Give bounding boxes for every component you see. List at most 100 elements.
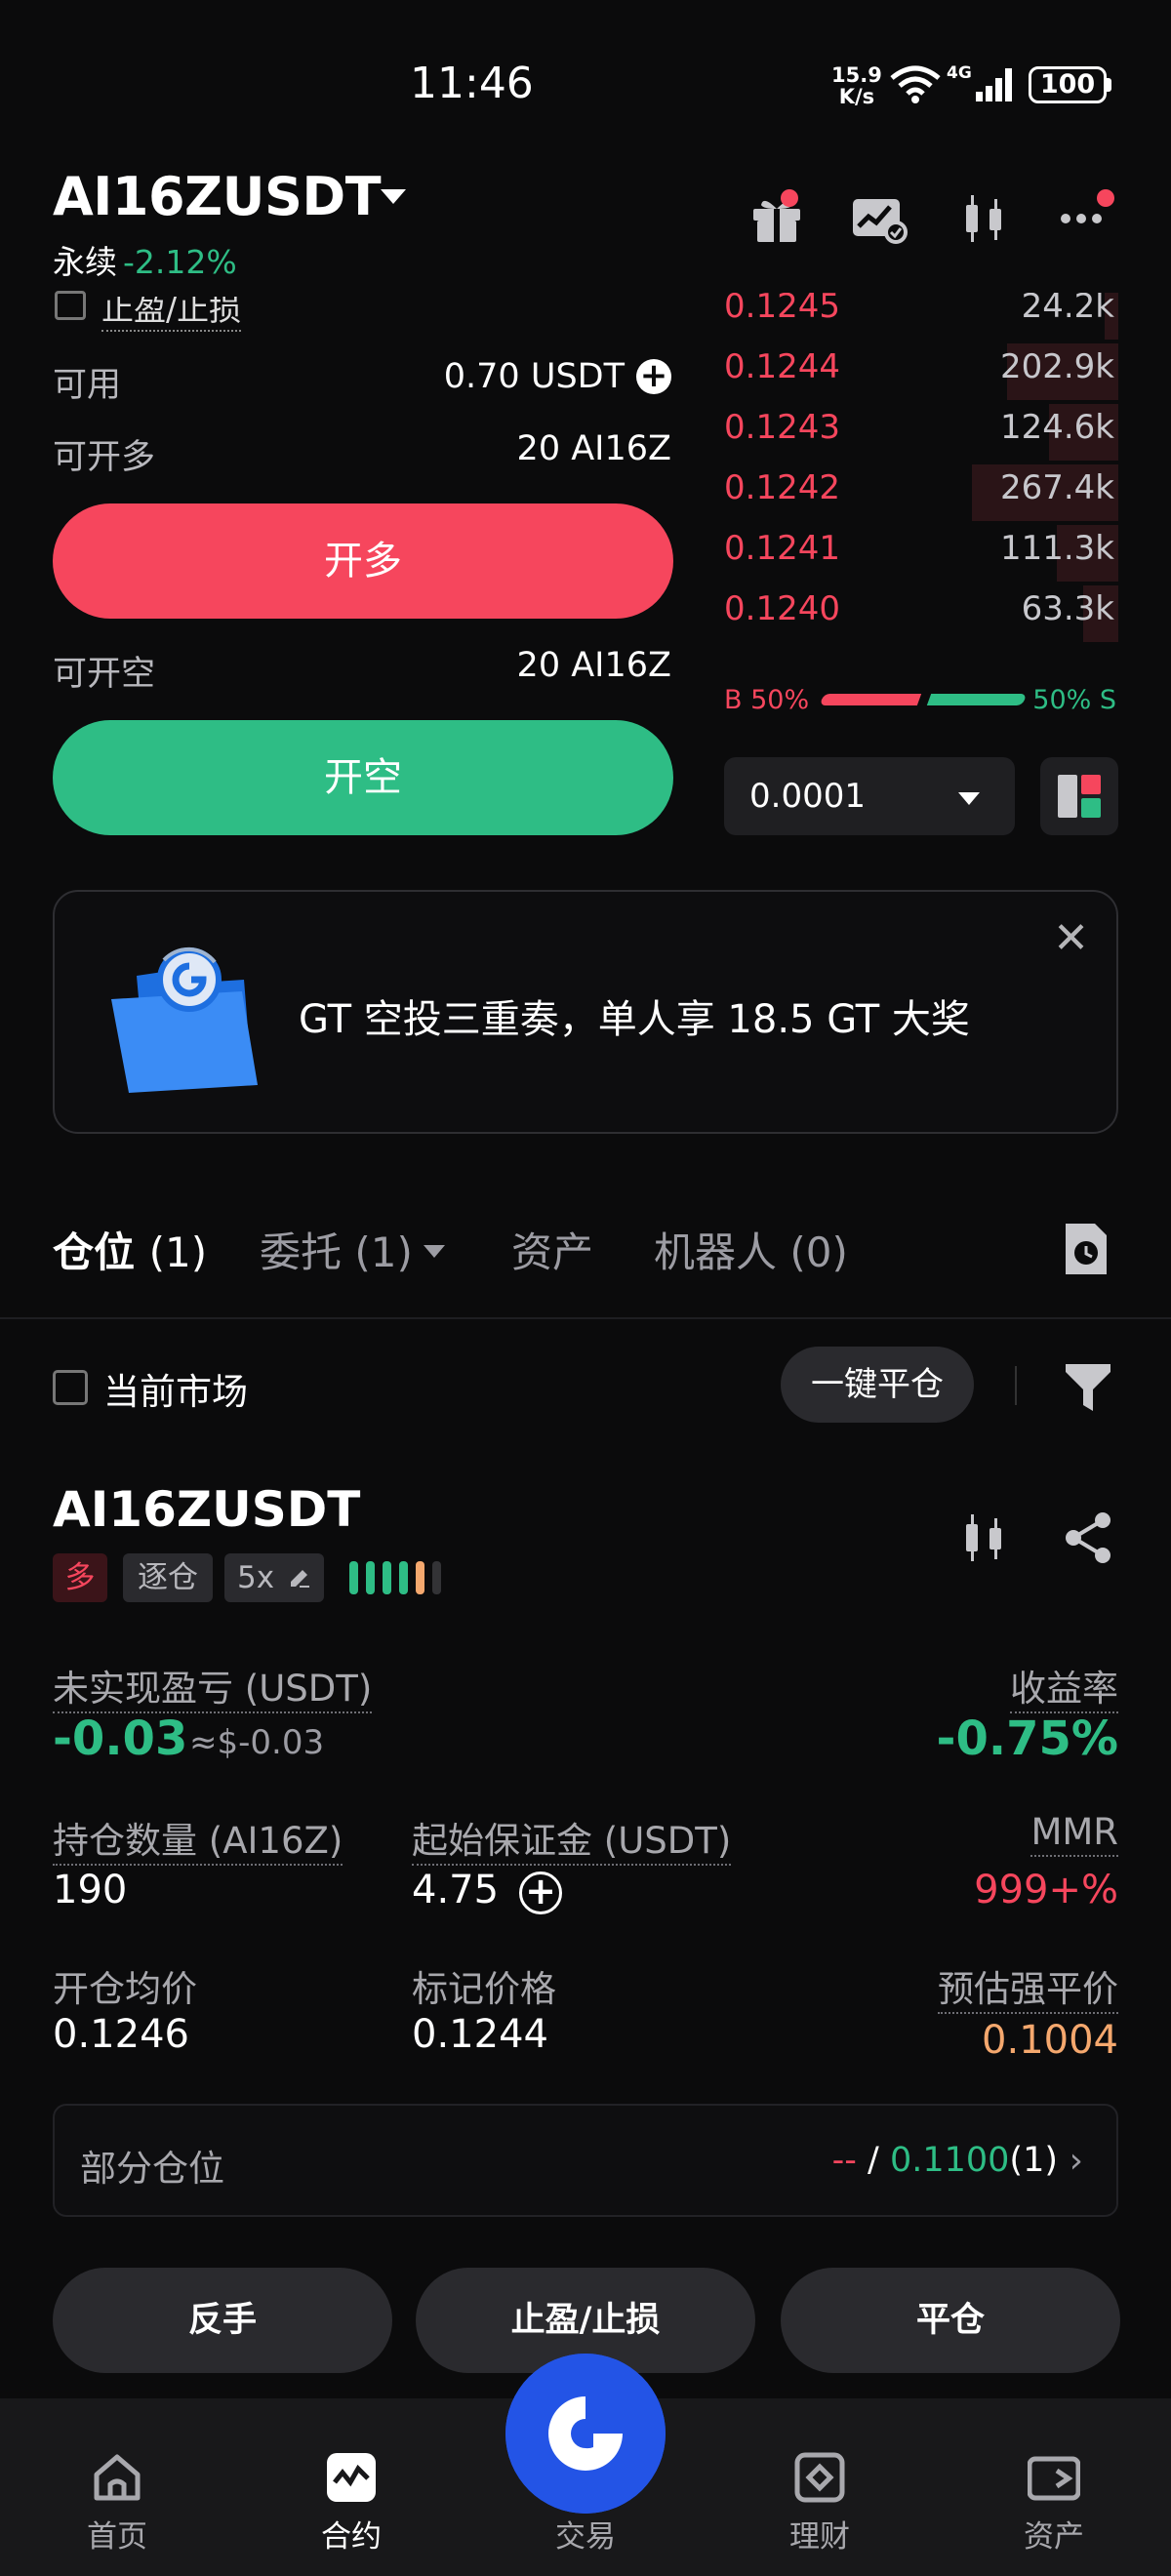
tab-positions-count: (1) xyxy=(148,1228,208,1276)
margin-mode-badge: 逐仓 xyxy=(123,1553,213,1602)
ask-row[interactable]: 0.1245 24.2k xyxy=(722,293,1118,342)
nav-home[interactable]: 首页 xyxy=(0,2398,234,2576)
size-value: 190 xyxy=(53,1868,128,1912)
caret-down-icon[interactable] xyxy=(424,1245,445,1258)
open-short-button[interactable]: 开空 xyxy=(53,720,673,835)
sell-ratio-bar xyxy=(926,694,1028,705)
battery-icon: 100 xyxy=(1029,66,1107,103)
max-short-value: 20 AI16Z xyxy=(516,646,671,685)
close-icon[interactable]: ✕ xyxy=(1053,913,1089,963)
orderbook-layout-button[interactable] xyxy=(1040,757,1118,835)
risk-bar-segment xyxy=(416,1561,424,1594)
liq-price-label-text: 预估强平价 xyxy=(938,1968,1118,2014)
close-all-button[interactable]: 一键平仓 xyxy=(781,1347,974,1423)
kline-icon[interactable] xyxy=(956,1510,1011,1569)
partial-position-row[interactable]: 部分仓位 -- / 0.1100(1) › xyxy=(53,2104,1118,2217)
leverage-value: 5x xyxy=(237,1560,275,1595)
tpsl-checkbox[interactable] xyxy=(55,291,86,320)
price-change: -2.12% xyxy=(123,243,237,281)
reverse-button[interactable]: 反手 xyxy=(53,2268,392,2373)
promo-banner[interactable]: GT 空投三重奏，单人享 18.5 GT 大奖 ✕ xyxy=(53,890,1118,1134)
futures-icon xyxy=(325,2451,378,2504)
add-margin-icon[interactable]: + xyxy=(519,1872,562,1914)
partial-tp-value: -- xyxy=(831,2141,857,2180)
risk-bar-segment xyxy=(432,1561,441,1594)
ask-qty: 202.9k xyxy=(999,347,1114,386)
share-icon[interactable] xyxy=(1062,1510,1116,1569)
edit-icon xyxy=(288,1555,311,1604)
earn-icon xyxy=(793,2451,846,2504)
position-symbol[interactable]: AI16ZUSDT xyxy=(53,1481,360,1538)
nav-trade-label: 交易 xyxy=(555,2519,616,2555)
leverage-badge[interactable]: 5x xyxy=(224,1553,324,1602)
gift-notification-dot xyxy=(781,189,798,207)
tick-size-select[interactable]: 0.0001 xyxy=(724,757,1015,835)
folder-icon xyxy=(107,941,273,1101)
tick-size-value: 0.0001 xyxy=(749,777,866,816)
partial-position-label: 部分仓位 xyxy=(80,2148,224,2190)
signal-icon: 4G xyxy=(947,62,1015,111)
tpsl-label: 止盈/止损 xyxy=(101,297,242,332)
wallet-icon xyxy=(1027,2451,1081,2504)
entry-price-label: 开仓均价 xyxy=(53,1968,197,2010)
partial-position-values: -- / 0.1100(1) xyxy=(832,2141,1058,2180)
nav-assets[interactable]: 资产 xyxy=(937,2398,1171,2576)
kline-icon[interactable] xyxy=(956,191,1011,246)
transfer-plus-icon[interactable]: + xyxy=(636,359,671,394)
margin-label: 起始保证金 (USDT) xyxy=(412,1811,732,1866)
chevron-right-icon: › xyxy=(1069,2141,1083,2181)
partial-separator: / xyxy=(868,2141,879,2180)
tab-assets[interactable]: 资产 xyxy=(511,1220,593,1279)
current-market-checkbox[interactable] xyxy=(53,1370,88,1405)
orderbook-asks: 0.1245 24.2k 0.1244 202.9k 0.1243 124.6k 0.124… xyxy=(722,293,1122,644)
close-position-button[interactable]: 平仓 xyxy=(781,2268,1120,2373)
more-notification-dot xyxy=(1097,189,1114,207)
ask-row[interactable]: 0.1242 267.4k xyxy=(722,463,1118,523)
ask-row[interactable]: 0.1241 111.3k xyxy=(722,523,1118,584)
pair-selector[interactable]: AI16ZUSDT xyxy=(53,166,382,227)
tab-positions-label: 仓位 xyxy=(53,1228,136,1276)
tab-bots-label: 机器人 xyxy=(654,1228,778,1276)
chart-alert-icon[interactable] xyxy=(851,191,908,246)
network-speed-unit: K/s xyxy=(838,85,875,108)
tab-bots[interactable]: 机器人 (0) xyxy=(654,1220,848,1279)
ask-price: 0.1241 xyxy=(724,529,840,568)
liq-price-label: 预估强平价 xyxy=(938,1959,1118,2014)
home-icon xyxy=(91,2451,143,2504)
trade-fab[interactable] xyxy=(505,2354,666,2514)
history-icon[interactable] xyxy=(1062,1222,1110,1276)
pair-subtitle: 永续 -2.12% xyxy=(53,236,237,283)
network-speed-value: 15.9 xyxy=(831,63,882,87)
promo-text: GT 空投三重奏，单人享 18.5 GT 大奖 xyxy=(299,997,970,1042)
nav-earn[interactable]: 理财 xyxy=(703,2398,937,2576)
ask-row[interactable]: 0.1243 124.6k xyxy=(722,402,1118,463)
ask-price: 0.1242 xyxy=(724,468,840,507)
tab-orders[interactable]: 委托 (1) xyxy=(260,1220,413,1279)
mark-price-label: 标记价格 xyxy=(412,1968,556,2010)
gate-logo-icon xyxy=(505,2354,666,2514)
filter-icon[interactable] xyxy=(1064,1360,1112,1419)
ask-qty: 267.4k xyxy=(999,468,1114,507)
caret-down-icon[interactable] xyxy=(381,189,406,204)
tab-positions[interactable]: 仓位 (1) xyxy=(53,1220,207,1279)
mark-price-value: 0.1244 xyxy=(412,2012,548,2057)
mmr-label: MMR xyxy=(1030,1811,1118,1857)
nav-home-label: 首页 xyxy=(87,2519,147,2555)
liq-price-value: 0.1004 xyxy=(982,2018,1118,2063)
risk-bar-segment xyxy=(349,1561,358,1594)
available-row: 0.70 USDT + xyxy=(444,357,671,396)
ask-price: 0.1244 xyxy=(724,347,840,386)
tab-bots-count: (0) xyxy=(789,1228,848,1276)
ask-row[interactable]: 0.1240 63.3k xyxy=(722,584,1118,644)
unrealized-pnl-label-text: 未实现盈亏 (USDT) xyxy=(53,1668,373,1713)
ask-qty: 24.2k xyxy=(1021,293,1114,326)
size-label-text: 持仓数量 (AI16Z) xyxy=(53,1820,343,1866)
partial-sl-value: 0.1100 xyxy=(889,2141,1010,2180)
available-label: 可用 xyxy=(53,366,122,405)
open-long-button[interactable]: 开多 xyxy=(53,503,673,619)
side-badge: 多 xyxy=(53,1553,107,1602)
battery-tip xyxy=(1107,78,1111,92)
ask-row[interactable]: 0.1244 202.9k xyxy=(722,342,1118,402)
nav-futures[interactable]: 合约 xyxy=(234,2398,468,2576)
tab-divider xyxy=(0,1317,1171,1319)
